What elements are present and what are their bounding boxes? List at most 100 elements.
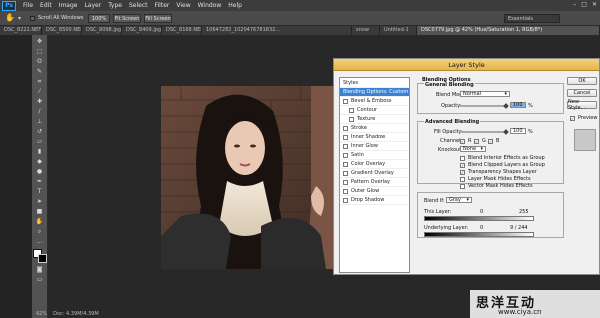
style-inner-glow[interactable]: Inner Glow [340,142,409,151]
style-inner-shadow[interactable]: Inner Shadow [340,133,409,142]
blend-clipped-checkbox[interactable] [460,162,465,168]
tab-doc-1[interactable]: DSC_8221.NEF [0,26,42,35]
channel-r-checkbox[interactable] [460,138,465,144]
menu-layer[interactable]: Layer [84,2,101,9]
tab-doc-3[interactable]: DSC_8098.jpg [82,26,122,35]
history-brush-tool-icon[interactable]: ↺ [35,128,45,135]
stroke-checkbox[interactable] [343,125,348,131]
document-size[interactable]: Doc: 4.39M/4.39M [53,311,99,317]
marquee-tool-icon[interactable]: ⬚ [35,48,45,55]
close-button[interactable]: ✕ [592,1,597,8]
transparency-shapes-option[interactable]: Transparency Shapes Layer [460,169,537,175]
color-overlay-checkbox[interactable] [343,161,348,167]
drop-shadow-checkbox[interactable] [343,197,348,203]
fill-opacity-input[interactable]: 100 [510,128,526,134]
eyedropper-tool-icon[interactable]: ⁄ [35,88,45,95]
style-texture[interactable]: Texture [340,115,409,124]
styles-header[interactable]: Styles [340,78,409,88]
quick-select-tool-icon[interactable]: ✎ [35,68,45,75]
channel-r[interactable]: R [460,138,471,144]
new-style-button[interactable]: New Style... [567,99,597,111]
knockout-select[interactable]: None ▾ [460,146,486,152]
fill-opacity-slider[interactable] [460,131,506,133]
healing-brush-tool-icon[interactable]: ✚ [35,98,45,105]
zoom-level[interactable]: 42% [36,311,47,317]
vector-mask-hides-checkbox[interactable] [460,183,465,189]
dodge-tool-icon[interactable]: ● [35,168,45,175]
tab-active-document[interactable]: DSC0779.jpg @ 42% (Hue/Saturation 1, RGB… [417,26,600,35]
document-image[interactable] [161,86,333,269]
crop-tool-icon[interactable]: ⌗ [35,78,45,85]
transparency-shapes-checkbox[interactable] [460,169,465,175]
menu-edit[interactable]: Edit [40,2,52,9]
outer-glow-checkbox[interactable] [343,188,348,194]
maximize-button[interactable]: □ [581,1,587,8]
tab-doc-4[interactable]: DSC_8409.jpg [122,26,162,35]
pattern-overlay-checkbox[interactable] [343,179,348,185]
tab-doc-6[interactable]: 10647282_1020476781832... [202,26,352,35]
texture-checkbox[interactable] [349,116,354,122]
style-pattern-overlay[interactable]: Pattern Overlay [340,178,409,187]
menu-select[interactable]: Select [129,2,148,9]
tab-doc-5[interactable]: DSC_8168.NEF [162,26,202,35]
tab-doc-8[interactable]: Untitled-1 [380,26,417,35]
eraser-tool-icon[interactable]: ▱ [35,138,45,145]
style-gradient-overlay[interactable]: Gradient Overlay [340,169,409,178]
style-drop-shadow[interactable]: Drop Shadow [340,196,409,205]
tab-doc-7[interactable]: snow [352,26,380,35]
underlying-layer-gradient-slider[interactable] [424,232,534,237]
menu-window[interactable]: Window [198,2,222,9]
zoom-100-button[interactable]: 100% [88,14,110,23]
color-swatches[interactable] [32,249,47,263]
channel-g[interactable]: G [474,138,486,144]
blend-clipped-option[interactable]: Blend Clipped Layers as Group [460,162,545,168]
channel-g-checkbox[interactable] [474,138,479,144]
type-tool-icon[interactable]: T [35,188,45,195]
blur-tool-icon[interactable]: ◆ [35,158,45,165]
inner-glow-checkbox[interactable] [343,143,348,149]
gradient-overlay-checkbox[interactable] [343,170,348,176]
minimize-button[interactable]: – [573,1,576,8]
hand-tool-icon[interactable]: ✋ [35,218,45,225]
menu-filter[interactable]: Filter [155,2,170,9]
quick-mask-icon[interactable]: ◙ [35,266,45,273]
scroll-all-checkbox[interactable] [30,15,35,21]
vector-mask-hides-option[interactable]: Vector Mask Hides Effects [460,183,533,189]
fit-screen-button[interactable]: Fit Screen [113,14,141,23]
channel-b[interactable]: B [488,138,499,144]
inner-shadow-checkbox[interactable] [343,134,348,140]
style-color-overlay[interactable]: Color Overlay [340,160,409,169]
style-blending-options[interactable]: Blending Options: Custom [340,88,409,97]
menu-file[interactable]: File [23,2,33,9]
contour-checkbox[interactable] [349,107,354,113]
screen-mode-icon[interactable]: ▭ [35,276,45,283]
more-tools-icon[interactable]: … [35,238,45,245]
move-tool-icon[interactable]: ✥ [35,38,45,45]
menu-view[interactable]: View [176,2,190,9]
blend-interior-checkbox[interactable] [460,155,465,161]
ok-button[interactable]: OK [567,77,597,85]
opacity-slider[interactable] [460,105,506,107]
blend-interior-option[interactable]: Blend Interior Effects as Group [460,155,545,161]
brush-tool-icon[interactable]: ∕ [35,108,45,115]
clone-stamp-tool-icon[interactable]: ⊥ [35,118,45,125]
tab-doc-2[interactable]: DSC_8500.NEF [42,26,82,35]
style-stroke[interactable]: Stroke [340,124,409,133]
lasso-tool-icon[interactable]: ʘ [35,58,45,65]
style-contour[interactable]: Contour [340,106,409,115]
blend-mode-select[interactable]: Normal ▾ [460,91,510,97]
background-color-swatch[interactable] [37,254,47,263]
this-layer-gradient-slider[interactable] [424,216,534,221]
blend-if-select[interactable]: Gray ▾ [446,197,472,203]
style-bevel-emboss[interactable]: Bevel & Emboss [340,97,409,106]
scroll-all-windows-option[interactable]: Scroll All Windows [30,15,83,21]
style-outer-glow[interactable]: Outer Glow [340,187,409,196]
gradient-tool-icon[interactable]: ▮ [35,148,45,155]
opacity-input[interactable]: 100 [510,102,526,108]
preview-option[interactable]: Preview [570,115,597,121]
menu-help[interactable]: Help [228,2,242,9]
workspace-select[interactable]: Essentials [504,14,560,23]
path-select-tool-icon[interactable]: ➤ [35,198,45,205]
layer-mask-hides-checkbox[interactable] [460,176,465,182]
tool-preset-chevron-icon[interactable]: ▾ [18,15,21,22]
